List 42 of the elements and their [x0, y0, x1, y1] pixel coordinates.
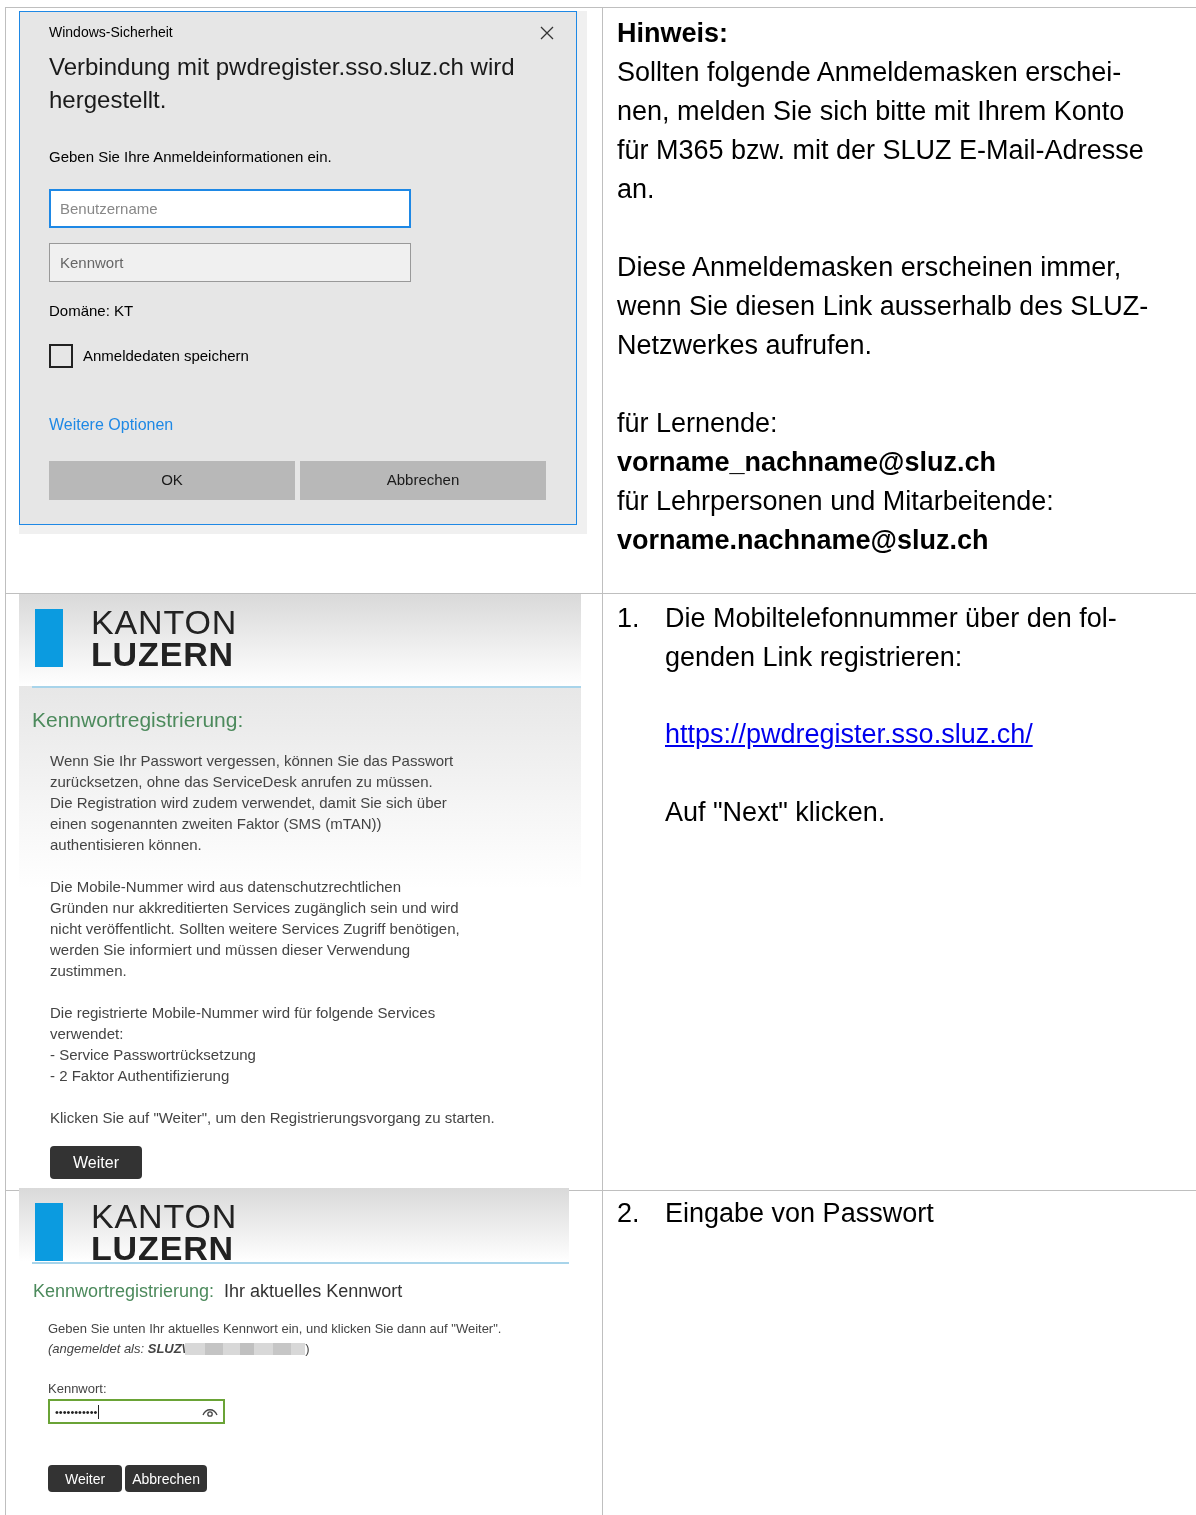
step-number: 2. [617, 1197, 641, 1230]
dialog-heading: Verbindung mit pwdregister.sso.sluz.ch wird hergestellt. [49, 52, 516, 115]
checkbox-label: Anmeldedaten speichern [83, 345, 249, 366]
password-input[interactable]: ••••••••••• [48, 1399, 225, 1424]
dialog-button[interactable]: Abbrechen [300, 461, 546, 500]
logo-text: KANTON LUZERN [91, 606, 238, 670]
eye-icon[interactable] [202, 1406, 218, 1417]
instruction-text: Geben Sie Ihre Anmeldeinformationen ein. [49, 147, 333, 167]
close-icon[interactable] [540, 26, 554, 40]
instruction-text: Geben Sie unten Ihr aktuelles Kennwort ein, und klicken Sie dann auf "Weiter". [48, 1320, 503, 1338]
logo-text: KANTON LUZERN [91, 1200, 238, 1264]
info-paragraph: Klicken Sie auf "Weiter", um den Registrierungsvorgang zu starten. [50, 1107, 496, 1128]
dialog-button[interactable]: OK [49, 461, 295, 500]
info-paragraph: Wenn Sie Ihr Passwort vergessen, können Sie das Passwort zurücksetzen, ohne das ServiceDesk anrufen zu müssen. Die Registration wird zudem verwendet, damit Sie sich über einen sogenannten zweiten Faktor (SMS (mTAN)) authentisieren können. [50, 750, 455, 855]
step-number: 1. [617, 602, 641, 635]
field-label: Kennwort: [48, 1380, 108, 1398]
hint-paragraph: Diese Anmeldemasken erscheinen immer, wenn Sie diesen Link ausserhalb des SLUZ- Netzwerkes aufrufen. [617, 251, 1150, 362]
step-text: Die Mobiltelefonnummer über den fol- genden Link registrieren: [665, 602, 1117, 674]
info-paragraph: Die Mobile-Nummer wird aus datenschutzrechtlichen Gründen nur akkreditierten Services zugänglich sein und wird nicht veröffentlicht. Sollten weitere Services Zugriff benötigen, werden Sie informiert und müssen dieser Verwendung zustimmen. [50, 876, 461, 981]
page-heading: Kennwortregistrierung: [32, 707, 245, 733]
next-button[interactable]: Weiter [50, 1145, 142, 1179]
window-title: Windows-Sicherheit [49, 23, 173, 42]
page-heading: Kennwortregistrierung: [33, 1280, 215, 1303]
step-note: Auf "Next" klicken. [665, 796, 887, 829]
page-button[interactable]: Weiter [48, 1465, 123, 1492]
page-subheading: Ihr aktuelles Kennwort [224, 1280, 403, 1303]
info-paragraph: Die registrierte Mobile-Nummer wird für folgende Services verwendet: - Service Passwortrücksetzung - 2 Faktor Authentifizierung [50, 1002, 437, 1086]
password-field[interactable]: Kennwort [49, 242, 411, 282]
domain-text: Domäne: KT [49, 300, 135, 321]
step-text: Eingabe von Passwort [665, 1197, 934, 1230]
page-button[interactable]: Abbrechen [125, 1465, 207, 1492]
hint-title: Hinweis: [617, 17, 730, 50]
remember-checkbox[interactable] [49, 344, 73, 368]
username-field[interactable]: Benutzername [49, 188, 411, 228]
logo-bar-icon [35, 609, 63, 667]
signed-in-text: (angemeldet als: SLUZ\ [48, 1340, 186, 1358]
logo-bar-icon [35, 1203, 63, 1261]
hint-paragraph: für Lernende: vorname_nachname@sluz.ch für Lehrpersonen und Mitarbeitende: vorname.nachname@sluz.ch [617, 407, 1055, 557]
signed-in-end: ) [305, 1340, 310, 1358]
redaction-mark-icon [185, 1343, 306, 1355]
register-link[interactable]: https://pwdregister.sso.sluz.ch/ [665, 715, 1117, 754]
hint-paragraph: Sollten folgende Anmeldemasken erschei- nen, melden Sie sich bitte mit Ihrem Konto für M365 bzw. mit der SLUZ E-Mail-Adresse an. [617, 56, 1145, 206]
